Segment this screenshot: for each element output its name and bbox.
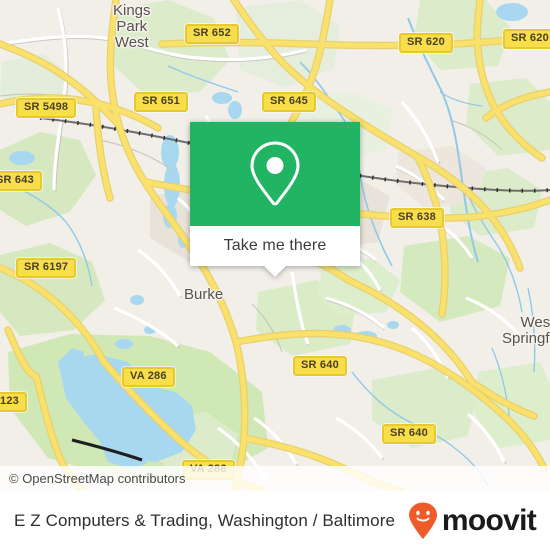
road-shield-sr-640[interactable]: SR 640 <box>293 356 347 376</box>
road-shield-sr-620[interactable]: SR 620 <box>399 33 453 53</box>
road-shield-sr-638[interactable]: SR 638 <box>390 208 444 228</box>
map-pin-icon <box>250 141 300 206</box>
popup-header <box>190 122 360 226</box>
moovit-wordmark: moovit <box>441 503 537 537</box>
popup-tail-arrow <box>264 266 286 277</box>
road-shield-sr-643[interactable]: SR 643 <box>0 171 42 191</box>
attribution-text[interactable]: © OpenStreetMap contributors <box>0 471 186 486</box>
road-shield-sr-652[interactable]: SR 652 <box>185 24 239 44</box>
road-shield-sr-640-south[interactable]: SR 640 <box>382 424 436 444</box>
map-canvas[interactable]: Kings Park West Burke West Springfield S… <box>0 0 550 491</box>
road-shield-va-286[interactable]: VA 286 <box>122 367 175 387</box>
map-attribution: © OpenStreetMap contributors <box>0 466 550 491</box>
footer-bar: E Z Computers & Trading, Washington / Ba… <box>0 491 550 550</box>
road-shield-123[interactable]: 123 <box>0 392 27 412</box>
location-popup[interactable]: Take me there <box>190 122 360 277</box>
road-shield-sr-5498[interactable]: SR 5498 <box>16 98 77 118</box>
road-shield-sr-620-east[interactable]: SR 620 <box>503 29 550 49</box>
moovit-pin-smiley-icon <box>408 502 437 539</box>
take-me-there-label: Take me there <box>223 237 327 254</box>
moovit-logo[interactable]: moovit <box>406 502 540 540</box>
road-shield-sr-651[interactable]: SR 651 <box>134 92 188 112</box>
popup-body[interactable]: Take me there <box>190 226 360 266</box>
road-shield-sr-6197[interactable]: SR 6197 <box>16 258 77 278</box>
map-screenshot: Kings Park West Burke West Springfield S… <box>0 0 550 550</box>
road-shield-sr-645[interactable]: SR 645 <box>262 92 316 112</box>
place-title: E Z Computers & Trading, Washington / Ba… <box>14 510 396 530</box>
